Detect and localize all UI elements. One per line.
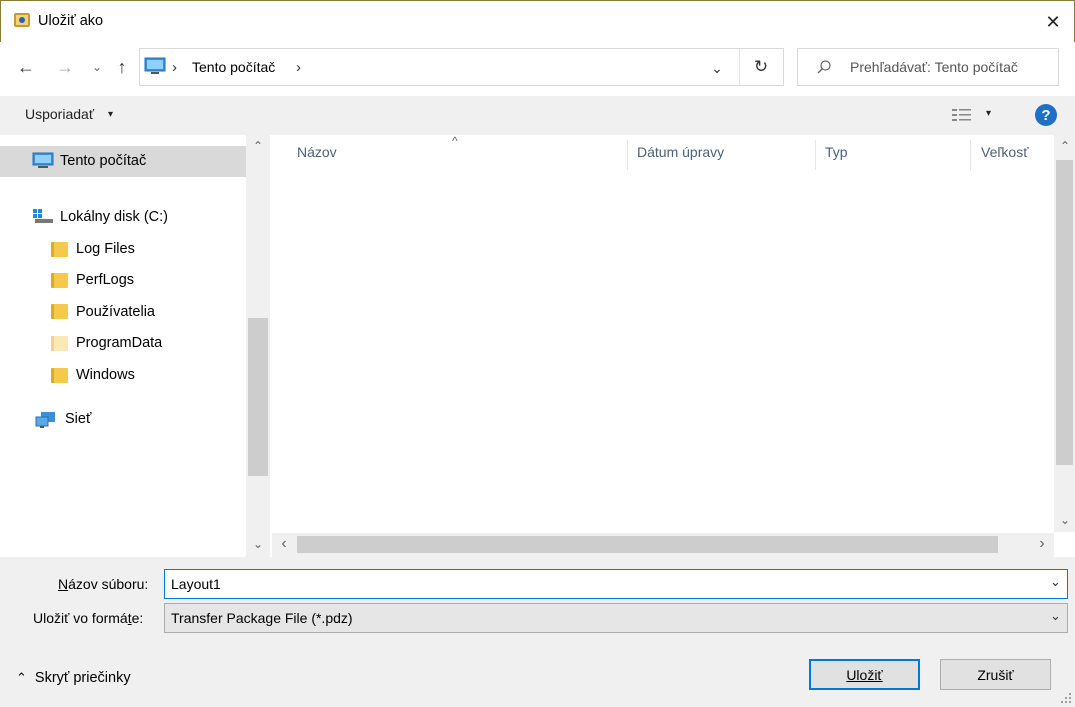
breadcrumb-this-pc[interactable]: Tento počítač	[192, 59, 275, 75]
scroll-down-icon[interactable]: ⌄	[1055, 513, 1075, 527]
file-format-select[interactable]: Transfer Package File (*.pdz)	[164, 603, 1068, 633]
network-icon	[35, 411, 57, 429]
chevron-down-icon[interactable]: ⌄	[1050, 608, 1061, 624]
file-list-horizontal-scroll-thumb[interactable]	[297, 536, 998, 553]
column-separator[interactable]	[970, 140, 971, 170]
address-dropdown-button[interactable]: ⌄	[706, 57, 728, 79]
address-separator[interactable]: ›	[296, 59, 301, 76]
caret-down-icon[interactable]: ▾	[108, 109, 113, 120]
scroll-up-icon[interactable]: ⌃	[248, 139, 268, 153]
title-bar: Uložiť ako ✕	[0, 0, 1075, 42]
cancel-button[interactable]: Zrušiť	[940, 659, 1051, 690]
folder-icon	[51, 368, 68, 383]
recent-locations-button[interactable]: ⌄	[84, 54, 110, 80]
file-format-value: Transfer Package File (*.pdz)	[171, 610, 353, 626]
app-icon	[14, 13, 30, 27]
chevron-up-icon: ⌃	[16, 670, 27, 685]
sidebar-item-perflogs[interactable]: PerfLogs	[76, 272, 134, 288]
close-icon: ✕	[1045, 11, 1061, 32]
sidebar-item-log-files[interactable]: Log Files	[76, 241, 135, 257]
hide-folders-button[interactable]: ⌃ Skryť priečinky	[16, 670, 131, 686]
filename-label-accesskey: N	[58, 576, 69, 592]
sidebar-scroll-thumb[interactable]	[248, 318, 268, 476]
help-icon[interactable]: ?	[1035, 104, 1057, 126]
filename-label-text: ázov súboru:	[68, 576, 149, 592]
save-button[interactable]: Uložiť	[809, 659, 920, 690]
column-header-type[interactable]: Typ	[825, 144, 848, 160]
sidebar-item-users[interactable]: Používatelia	[76, 304, 155, 320]
refresh-button[interactable]: ↻	[748, 55, 774, 79]
search-icon	[817, 60, 831, 74]
column-header-size[interactable]: Veľkosť	[981, 144, 1028, 160]
column-separator[interactable]	[627, 140, 628, 170]
sidebar-item-programdata[interactable]: ProgramData	[76, 335, 162, 351]
column-header-date-modified[interactable]: Dátum úpravy	[637, 144, 724, 160]
computer-icon	[144, 57, 166, 74]
window-title: Uložiť ako	[38, 13, 104, 29]
hide-folders-label: Skryť priečinky	[34, 670, 131, 686]
address-bar[interactable]: › Tento počítač › ⌄ ↻	[139, 48, 784, 86]
sidebar-item-local-disk[interactable]: Lokálny disk (C:)	[60, 209, 168, 225]
file-list[interactable]	[272, 135, 1075, 557]
format-label-text: Uložiť vo formá	[33, 610, 128, 626]
close-button[interactable]: ✕	[1031, 7, 1075, 37]
organize-button[interactable]: Usporiadať	[25, 106, 94, 122]
format-label-text-end: e:	[131, 610, 144, 626]
column-separator[interactable]	[815, 140, 816, 170]
sidebar-item-windows[interactable]: Windows	[76, 367, 135, 383]
view-details-icon[interactable]	[951, 107, 973, 123]
sort-ascending-icon: ^	[452, 134, 458, 148]
folder-icon	[51, 304, 68, 319]
sidebar-item-network[interactable]: Sieť	[65, 411, 91, 427]
folder-icon	[51, 273, 68, 288]
computer-icon	[32, 152, 54, 170]
sidebar-item-this-pc[interactable]: Tento počítač	[60, 153, 146, 169]
scroll-left-icon[interactable]: ‹	[274, 535, 294, 553]
back-button[interactable]: ←	[13, 54, 39, 80]
filename-input[interactable]	[164, 569, 1068, 599]
column-header-name[interactable]: Názov	[297, 144, 337, 160]
search-box[interactable]: Prehľadávať: Tento počítač	[797, 48, 1059, 86]
folder-icon	[51, 242, 68, 257]
scroll-up-icon[interactable]: ⌃	[1055, 139, 1075, 153]
forward-button[interactable]: →	[52, 54, 78, 80]
folder-icon	[51, 336, 68, 351]
search-placeholder: Prehľadávať: Tento počítač	[850, 59, 1018, 75]
scroll-right-icon[interactable]: ›	[1032, 535, 1052, 553]
drive-icon	[32, 208, 54, 224]
refresh-icon: ↻	[753, 57, 769, 76]
command-bar: Usporiadať ▾ ▾ ?	[0, 96, 1075, 135]
view-options-caret-icon[interactable]: ▾	[986, 108, 991, 119]
chevron-down-icon[interactable]: ⌄	[1050, 574, 1061, 590]
save-button-label: Uložiť	[846, 666, 883, 683]
format-label: Uložiť vo formáte:	[33, 610, 143, 626]
filename-label: Názov súboru:	[58, 576, 148, 592]
back-arrow-icon: ←	[17, 56, 35, 77]
divider	[739, 49, 740, 85]
address-separator: ›	[172, 59, 177, 76]
chevron-down-icon: ⌄	[91, 60, 103, 74]
forward-arrow-icon: →	[56, 56, 74, 77]
up-button[interactable]: ↑	[109, 54, 135, 80]
file-list-vertical-scroll-thumb[interactable]	[1056, 160, 1073, 465]
scroll-down-icon[interactable]: ⌄	[248, 537, 268, 551]
up-arrow-icon: ↑	[117, 56, 127, 77]
resize-grip-icon[interactable]	[1060, 692, 1072, 704]
cancel-button-label: Zrušiť	[977, 666, 1014, 683]
chevron-down-icon: ⌄	[711, 59, 723, 76]
